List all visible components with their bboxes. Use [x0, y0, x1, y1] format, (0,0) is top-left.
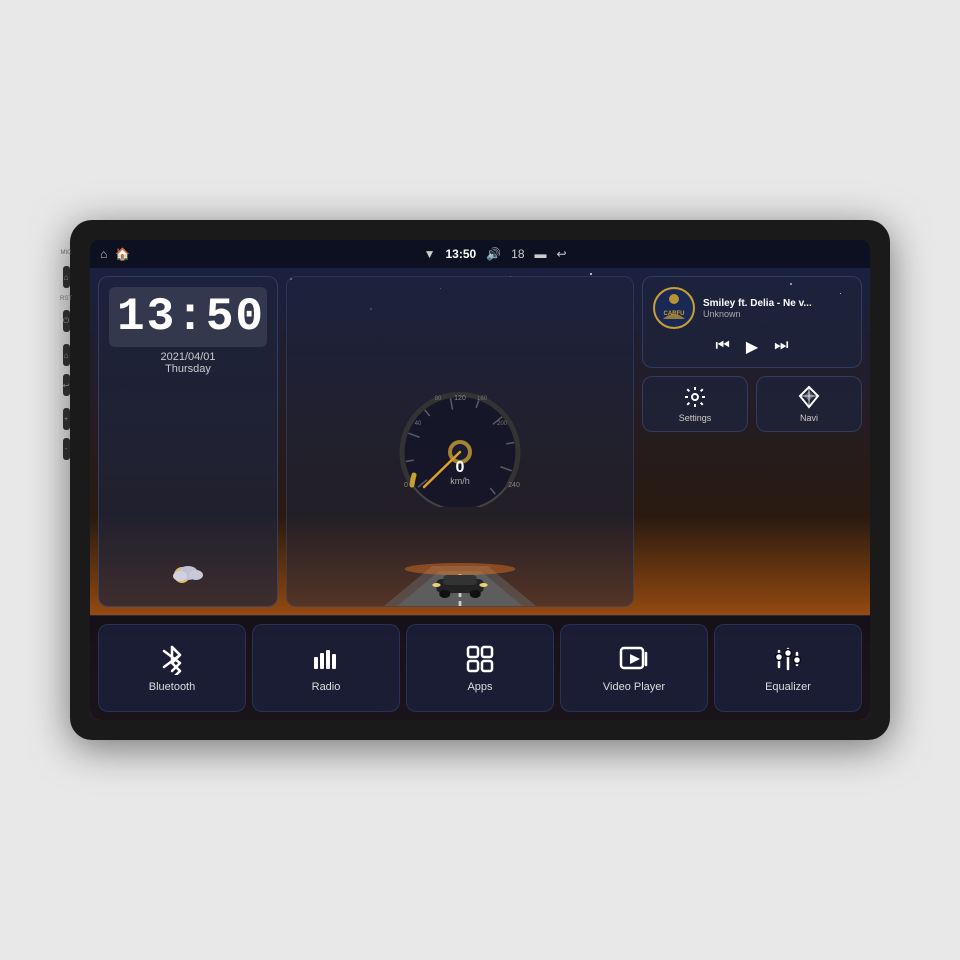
radio-label: Radio	[312, 681, 341, 693]
music-header: CARFU Smiley ft. Delia - Ne v... Unknown	[653, 287, 851, 329]
prev-button[interactable]: ⏮	[715, 337, 729, 357]
video-icon	[618, 643, 650, 675]
weather-icon	[109, 559, 267, 596]
svg-text:120: 120	[454, 395, 466, 402]
side-button-power[interactable]: ⏻	[63, 310, 70, 332]
side-button-back[interactable]: ↩	[63, 374, 70, 396]
apps-icon	[464, 643, 496, 675]
equalizer-icon	[772, 643, 804, 675]
svg-text:km/h: km/h	[450, 476, 470, 486]
svg-text:200: 200	[497, 421, 508, 427]
quick-icons-row: Settings Navi	[642, 376, 862, 432]
settings-widget[interactable]: Settings	[642, 376, 748, 432]
status-left: ⌂ 🏠	[100, 247, 130, 261]
right-panel: CARFU Smiley ft. Delia - Ne v... Unknown…	[642, 276, 862, 607]
clock-display: 13:50	[109, 287, 267, 347]
music-info: Smiley ft. Delia - Ne v... Unknown	[703, 298, 851, 319]
navi-label: Navi	[800, 413, 818, 423]
wifi-icon: ▼	[424, 247, 436, 261]
side-button-nav[interactable]: ⌂	[63, 344, 70, 366]
road-scene	[287, 541, 633, 606]
svg-text:160: 160	[477, 396, 488, 402]
side-button-vol-down[interactable]: -	[63, 438, 70, 460]
music-artist: Unknown	[703, 309, 851, 319]
main-content-area: 13:50 2021/04/01 Thursday	[90, 268, 870, 720]
settings-label: Settings	[679, 413, 712, 423]
next-button[interactable]: ⏭	[774, 337, 788, 357]
music-title: Smiley ft. Delia - Ne v...	[703, 298, 851, 309]
status-bar: ⌂ 🏠 ▼ 13:50 🔊 18 ▬ ↩	[90, 240, 870, 268]
speedometer-widget: 0 km/h 0 240 120 40 80 160 200	[286, 276, 634, 607]
apps-button[interactable]: Apps	[406, 624, 554, 712]
display-screen: ⌂ 🏠 ▼ 13:50 🔊 18 ▬ ↩	[90, 240, 870, 720]
svg-text:0: 0	[404, 482, 408, 489]
side-button-home[interactable]: ⌂	[63, 266, 70, 288]
radio-icon	[310, 643, 342, 675]
clock-date: 2021/04/01	[109, 351, 267, 363]
svg-text:40: 40	[415, 421, 422, 427]
side-button-vol-up[interactable]: +	[63, 408, 70, 430]
clock-day: Thursday	[109, 363, 267, 375]
music-controls: ⏮ ▶ ⏭	[653, 337, 851, 357]
bottom-app-bar: Bluetooth Radio	[90, 615, 870, 720]
bluetooth-button[interactable]: Bluetooth	[98, 624, 246, 712]
svg-text:80: 80	[435, 396, 442, 402]
bluetooth-icon	[156, 643, 188, 675]
status-time: 13:50	[446, 247, 477, 261]
home-filled-icon[interactable]: 🏠	[115, 247, 130, 261]
status-center: ▼ 13:50 🔊 18 ▬ ↩	[424, 247, 567, 261]
volume-level: 18	[511, 247, 524, 261]
svg-text:0: 0	[456, 459, 465, 476]
back-icon[interactable]: ↩	[557, 247, 567, 261]
equalizer-button[interactable]: Equalizer	[714, 624, 862, 712]
car-head-unit: MIC ⌂ RST ⏻ ⌂ ↩ + - ⌂ 🏠 ▼ 13	[70, 220, 890, 740]
rst-label: RST	[60, 296, 72, 302]
volume-icon: 🔊	[486, 247, 501, 261]
mic-label: MIC	[61, 250, 72, 256]
widgets-row: 13:50 2021/04/01 Thursday	[90, 268, 870, 615]
album-art: CARFU	[653, 287, 695, 329]
music-widget: CARFU Smiley ft. Delia - Ne v... Unknown…	[642, 276, 862, 368]
radio-button[interactable]: Radio	[252, 624, 400, 712]
play-button[interactable]: ▶	[746, 337, 758, 357]
equalizer-label: Equalizer	[765, 681, 811, 693]
bluetooth-label: Bluetooth	[149, 681, 195, 693]
home-outline-icon[interactable]: ⌂	[100, 247, 107, 261]
apps-label: Apps	[467, 681, 492, 693]
speedometer-svg: 0 km/h 0 240 120 40 80 160 200	[380, 377, 540, 507]
navi-widget[interactable]: Navi	[756, 376, 862, 432]
svg-text:CARFU: CARFU	[664, 311, 685, 317]
clock-widget: 13:50 2021/04/01 Thursday	[98, 276, 278, 607]
video-label: Video Player	[603, 681, 665, 693]
video-button[interactable]: Video Player	[560, 624, 708, 712]
battery-icon: ▬	[535, 247, 547, 261]
svg-text:240: 240	[508, 482, 520, 489]
